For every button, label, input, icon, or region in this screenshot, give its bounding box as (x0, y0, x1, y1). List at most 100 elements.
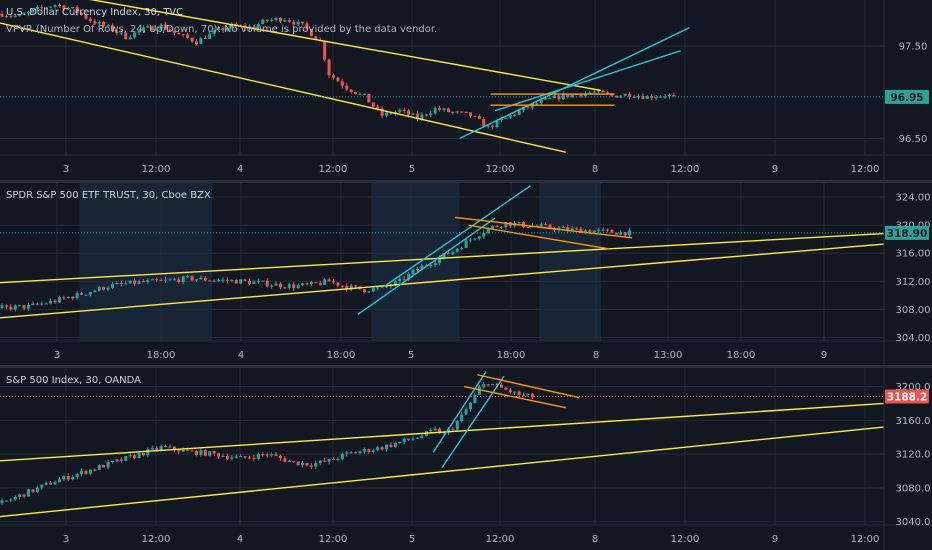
candle-body (283, 458, 287, 462)
candle-body (477, 116, 481, 119)
candle-body (0, 13, 4, 17)
last-price-label: 3188.2 (887, 392, 928, 404)
candle-body (477, 236, 481, 239)
candle-body (199, 38, 203, 44)
candle-body (575, 228, 579, 230)
candle-body (433, 428, 437, 431)
candle-body (177, 450, 181, 452)
candle-body (71, 476, 75, 480)
candle-body (270, 19, 274, 21)
candle-body (429, 430, 433, 432)
candle-body (172, 279, 176, 281)
candle-body (9, 499, 13, 501)
candle-body (217, 280, 221, 282)
candle-body (13, 305, 17, 310)
candle-body (80, 293, 84, 295)
candle-body (111, 460, 114, 462)
session-band (79, 183, 213, 341)
candle-body (513, 391, 517, 393)
candle-body (415, 437, 419, 439)
candle-body (305, 463, 309, 466)
chart-title: U.S. Dollar Currency Index, 30, TVC (6, 7, 183, 18)
candle-body (106, 287, 110, 290)
x-tick-label: 12:00 (486, 534, 515, 545)
candle-body (367, 291, 371, 293)
candle-body (411, 438, 415, 440)
candle-body (309, 465, 313, 467)
candle-body (415, 268, 419, 270)
candle-body (482, 233, 486, 237)
candle-body (398, 441, 402, 444)
candle-body (230, 280, 234, 282)
y-tick-label: 312.00 (896, 277, 931, 288)
candle-body (535, 103, 539, 105)
candle-body (248, 457, 252, 459)
y-tick-label: 3160.0 (896, 416, 931, 427)
x-tick-label: 8 (592, 534, 598, 545)
candle-body (274, 17, 278, 20)
candle-body (190, 450, 194, 452)
chart-panel-2: 324.00320.00316.00312.00308.00304.00318.… (0, 183, 932, 368)
candle-body (376, 106, 380, 109)
chart-title: SPDR S&P 500 ETF TRUST, 30, Cboe BZX (6, 190, 211, 201)
candle-body (526, 106, 530, 108)
x-tick-label: 4 (237, 164, 243, 175)
candle-body (13, 497, 17, 500)
candle-body (57, 479, 61, 483)
candle-body (292, 284, 296, 289)
candle-body (146, 449, 150, 456)
candle-body (190, 37, 194, 42)
x-tick-label: 12:00 (671, 534, 700, 545)
candle-body (234, 456, 238, 458)
candle-body (62, 476, 66, 480)
trendline (463, 385, 566, 409)
candle-body (398, 278, 402, 282)
candle-body (407, 110, 411, 115)
chart-stage: 97.50 96.50 96.95 3 12:00 4 12:00 5 12:00 8 12:00 9… (0, 0, 932, 550)
candle-body (451, 428, 455, 430)
candle-body (159, 446, 163, 450)
candle-body (256, 453, 260, 459)
candle-body (376, 287, 380, 289)
candle-body (181, 449, 185, 452)
candle-body (203, 277, 207, 281)
candle-body (460, 414, 464, 421)
candle-body (398, 109, 402, 112)
candle-body (66, 476, 70, 480)
candle-body (159, 280, 163, 282)
x-tick-label: 9 (772, 534, 778, 545)
candle-body (22, 494, 26, 497)
candle-body (102, 286, 106, 290)
x-tick-label: 3 (63, 164, 69, 175)
candle-body (358, 451, 362, 454)
candle-body (349, 452, 353, 454)
candle-body (486, 384, 490, 386)
candle-body (402, 109, 406, 111)
x-tick-label: 3 (63, 534, 69, 545)
chart-subtitle: VPVR (Number Of Rows, 24, Up/Down, 70): … (6, 24, 437, 35)
candle-body (371, 102, 375, 107)
candle-body (429, 113, 433, 116)
candle-body (35, 487, 39, 492)
last-price-label: 318.90 (887, 228, 928, 240)
candle-body (137, 453, 141, 458)
candle-body (35, 303, 39, 305)
candle-body (420, 114, 424, 119)
x-tick-label: 18:00 (327, 350, 356, 361)
candle-body (150, 279, 154, 281)
session-band (539, 183, 602, 341)
candle-body (336, 77, 340, 82)
candle-body (31, 489, 35, 492)
candle-body (446, 108, 450, 112)
candle-body (274, 283, 278, 286)
candle-body (18, 305, 22, 307)
candle-body (464, 409, 468, 415)
candle-body (57, 5, 61, 7)
candle-body (252, 457, 256, 459)
candle-body (473, 238, 477, 240)
trendline (459, 27, 690, 140)
candle-body (499, 226, 503, 228)
candle-body (332, 458, 335, 460)
candle-body (340, 285, 344, 287)
candle-body (40, 303, 44, 305)
